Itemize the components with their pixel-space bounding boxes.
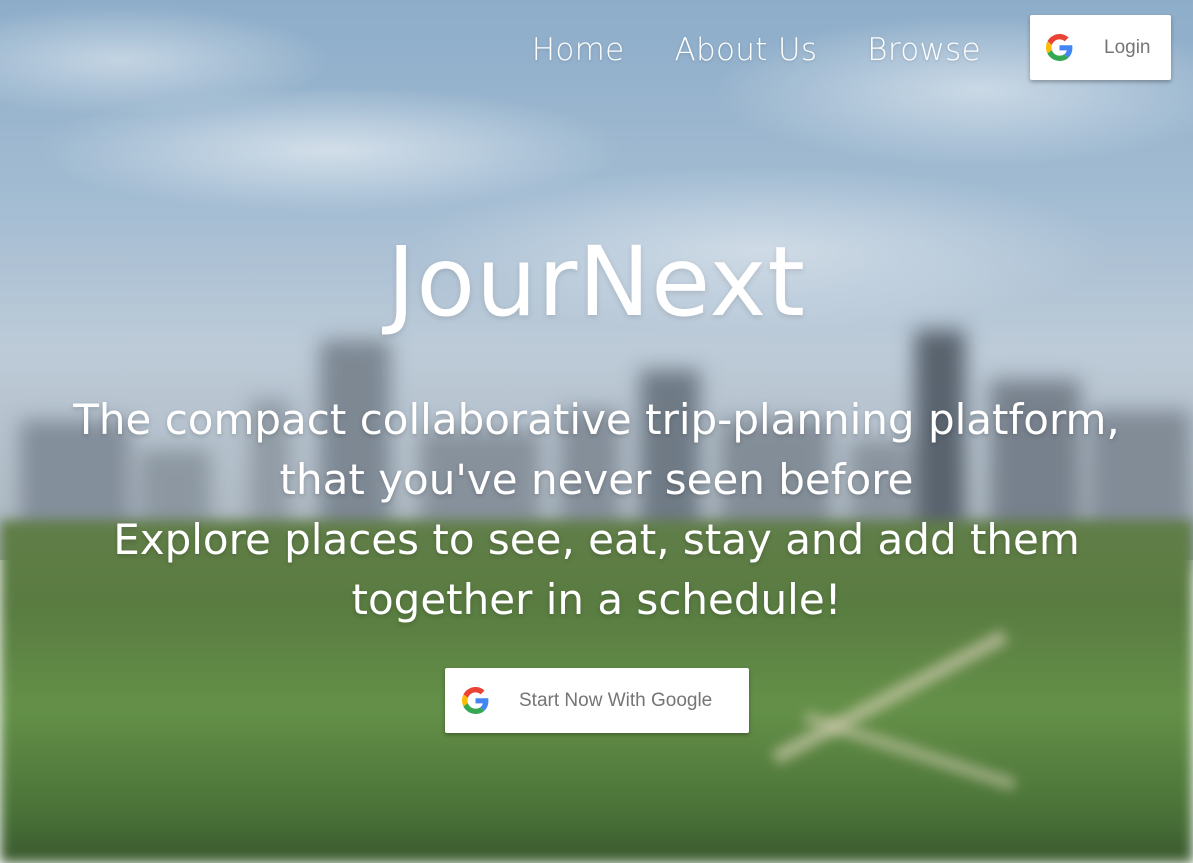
nav-about-us-link[interactable]: About Us	[675, 32, 818, 68]
hero-subtitle-line: Explore places to see, eat, stay and add…	[113, 515, 1080, 564]
hero-subtitle: The compact collaborative trip-planning …	[0, 390, 1193, 630]
start-with-google-button[interactable]: Start Now With Google	[445, 668, 749, 733]
hero-subtitle-line: that you've never seen before	[279, 455, 914, 504]
hero-title: JourNext	[387, 226, 806, 338]
login-button-label: Login	[1104, 36, 1151, 58]
google-icon	[462, 687, 489, 714]
google-icon	[1046, 34, 1073, 61]
top-navigation: Home About Us Browse	[532, 0, 981, 100]
hero-subtitle-line: The compact collaborative trip-planning …	[73, 395, 1120, 444]
login-button[interactable]: Login	[1030, 15, 1171, 80]
start-button-label: Start Now With Google	[519, 689, 713, 711]
nav-browse-link[interactable]: Browse	[867, 32, 981, 68]
hero-subtitle-line: together in a schedule!	[351, 575, 842, 624]
nav-home-link[interactable]: Home	[532, 32, 625, 68]
